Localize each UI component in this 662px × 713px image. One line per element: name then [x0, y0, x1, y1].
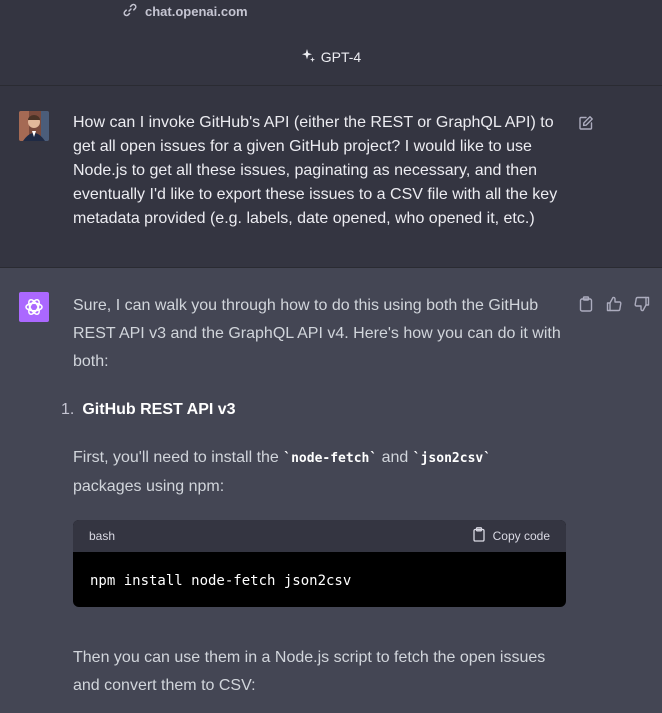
sparkle-icon	[301, 48, 316, 66]
copy-code-label: Copy code	[492, 529, 550, 543]
user-message: How can I invoke GitHub's API (either th…	[0, 86, 662, 268]
list-item: 1. GitHub REST API v3	[61, 396, 236, 424]
url-text: chat.openai.com	[145, 3, 248, 19]
code-language: bash	[89, 529, 116, 543]
message-actions	[576, 294, 652, 314]
copy-code-button[interactable]: Copy code	[472, 527, 550, 545]
copy-icon[interactable]	[576, 294, 596, 314]
assistant-followup: Then you can use them in a Node.js scrip…	[73, 649, 546, 694]
link-icon	[123, 3, 137, 20]
model-indicator[interactable]: GPT-4	[0, 47, 662, 67]
assistant-message: Sure, I can walk you through how to do t…	[0, 268, 662, 713]
install-and: and	[377, 449, 413, 466]
clipboard-icon	[472, 527, 485, 545]
chat-header: chat.openai.com GPT-4	[0, 0, 662, 86]
code-block-header: bash Copy code	[73, 520, 566, 552]
install-prefix: First, you'll need to install the	[73, 449, 284, 466]
thumbs-down-icon[interactable]	[632, 294, 652, 314]
user-avatar	[19, 111, 49, 141]
model-name: GPT-4	[320, 49, 362, 65]
assistant-intro: Sure, I can walk you through how to do t…	[73, 297, 561, 370]
chatgpt-logo-icon	[19, 292, 49, 322]
list-title: GitHub REST API v3	[82, 401, 236, 418]
install-instructions: First, you'll need to install the `node-…	[73, 444, 563, 501]
install-suffix: packages using npm:	[73, 478, 225, 495]
user-message-text: How can I invoke GitHub's API (either th…	[73, 114, 558, 227]
url-bar[interactable]: chat.openai.com	[123, 3, 248, 19]
inline-code-json2csv: `json2csv`	[412, 451, 492, 466]
thumbs-up-icon[interactable]	[604, 294, 624, 314]
code-block: bash Copy code npm install node-fetch js…	[73, 520, 566, 607]
list-number: 1.	[61, 401, 75, 418]
edit-icon[interactable]	[576, 113, 596, 133]
code-content: npm install node-fetch json2csv	[90, 573, 352, 589]
inline-code-node-fetch: `node-fetch`	[283, 451, 378, 466]
